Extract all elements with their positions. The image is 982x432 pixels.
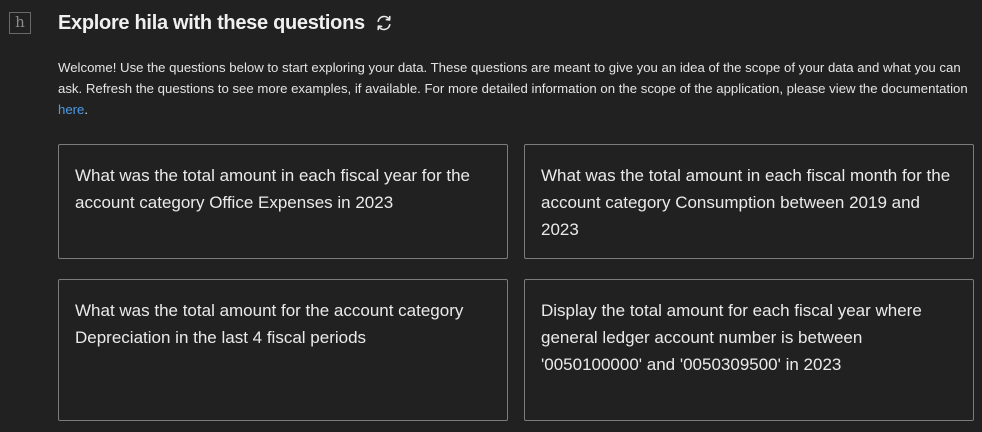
documentation-link[interactable]: here — [58, 102, 84, 117]
intro-text: Welcome! Use the questions below to star… — [58, 57, 973, 120]
question-card[interactable]: What was the total amount for the accoun… — [58, 279, 508, 421]
header: Explore hila with these questions — [58, 9, 394, 37]
question-card[interactable]: What was the total amount in each fiscal… — [58, 144, 508, 259]
question-card[interactable]: What was the total amount in each fiscal… — [524, 144, 974, 259]
intro-trailing: . — [84, 102, 89, 117]
question-card[interactable]: Display the total amount for each fiscal… — [524, 279, 974, 421]
hila-logo: h — [9, 12, 31, 34]
page-title: Explore hila with these questions — [58, 11, 365, 34]
intro-body: Welcome! Use the questions below to star… — [58, 60, 968, 96]
refresh-icon[interactable] — [374, 13, 394, 33]
